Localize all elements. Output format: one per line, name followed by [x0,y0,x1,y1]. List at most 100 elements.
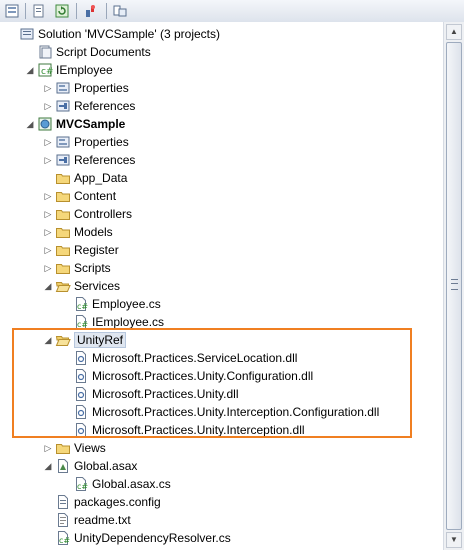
tree-node[interactable]: ◢ UnityRef [0,331,443,349]
tree-node-label: Properties [74,135,129,149]
dll-file-icon [73,422,89,438]
scroll-up-button[interactable]: ▲ [446,24,462,40]
tree-node-label: Microsoft.Practices.Unity.Configuration.… [92,369,314,383]
scroll-thumb[interactable] [446,42,462,530]
tree-node-label: Views [74,441,106,455]
tree-node-label: IEmployee.cs [92,315,165,329]
properties-folder-icon [55,80,71,96]
tree-node-label: Microsoft.Practices.Unity.Interception.d… [92,423,305,437]
refresh-icon[interactable] [54,3,70,19]
tree-node[interactable]: ▷ Register [0,241,443,259]
folder-icon [55,260,71,276]
collapsed-arrow-icon[interactable]: ▷ [43,191,53,201]
tree-node-label: Controllers [74,207,133,221]
tree-node[interactable]: ◢ Services [0,277,443,295]
tree-node-label: App_Data [74,171,128,185]
svg-text:c#: c# [59,536,70,545]
tree-node[interactable]: c# UnityDependencyResolver.cs [0,529,443,547]
collapsed-arrow-icon[interactable]: ▷ [43,209,53,219]
class-view-icon[interactable] [112,3,128,19]
tree-node-label: readme.txt [74,513,131,527]
solution-explorer-toolbar [0,0,464,23]
tree-node[interactable]: Microsoft.Practices.Unity.Interception.d… [0,421,443,439]
tree-node-label: Scripts [74,261,111,275]
tree-node-label: MVCSample [56,117,126,131]
tree-node-label: References [74,153,136,167]
expanded-arrow-icon[interactable]: ◢ [43,461,53,471]
tree-node[interactable]: App_Data [0,169,443,187]
tree-node[interactable]: ◢ c# IEmployee [0,61,443,79]
tree-node[interactable]: packages.config [0,493,443,511]
text-file-icon [55,512,71,528]
dll-file-icon [73,368,89,384]
collapsed-arrow-icon[interactable]: ▷ [43,227,53,237]
config-file-icon [55,494,71,510]
expanded-arrow-icon[interactable]: ◢ [43,335,53,345]
tree-node-label: Script Documents [56,45,151,59]
collapsed-arrow-icon[interactable]: ▷ [43,443,53,453]
tree-node[interactable]: Script Documents [0,43,443,61]
tree-node-label: References [74,99,136,113]
references-icon [55,152,71,168]
tree-node[interactable]: c# IEmployee.cs [0,313,443,331]
collapsed-arrow-icon[interactable]: ▷ [43,245,53,255]
view-code-icon[interactable] [83,3,99,19]
tree-node-label: Properties [74,81,129,95]
tree-node[interactable]: readme.txt [0,511,443,529]
collapsed-arrow-icon[interactable]: ▷ [43,263,53,273]
tree-node[interactable]: ◢ MVCSample [0,115,443,133]
svg-text:c#: c# [77,302,88,311]
tree-node[interactable]: c# Global.asax.cs [0,475,443,493]
tree-node-label: Register [74,243,119,257]
tree-node[interactable]: ▷ Scripts [0,259,443,277]
properties-icon[interactable] [31,3,47,19]
tree-node[interactable]: ▷ Properties [0,79,443,97]
solution-tree[interactable]: Solution 'MVCSample' (3 projects) Script … [0,22,443,550]
tree-node[interactable]: Microsoft.Practices.Unity.dll [0,385,443,403]
expanded-arrow-icon[interactable]: ◢ [25,119,35,129]
references-icon [55,98,71,114]
show-all-files-icon[interactable] [4,3,20,19]
dll-file-icon [73,386,89,402]
tree-node-label: Global.asax [74,459,138,473]
tree-node[interactable]: ▷ Views [0,439,443,457]
tree-node[interactable]: ◢ Global.asax [0,457,443,475]
properties-folder-icon [55,134,71,150]
tree-node-label: packages.config [74,495,161,509]
tree-node-label: Solution 'MVCSample' (3 projects) [38,27,220,41]
collapsed-arrow-icon[interactable]: ▷ [43,101,53,111]
tree-node-label: Employee.cs [92,297,161,311]
script-documents-icon [37,44,53,60]
tree-node[interactable]: ▷ Controllers [0,205,443,223]
tree-node[interactable]: Solution 'MVCSample' (3 projects) [0,25,443,43]
collapsed-arrow-icon[interactable]: ▷ [43,155,53,165]
folder-icon [55,440,71,456]
solution-icon [19,26,35,42]
tree-node[interactable]: Microsoft.Practices.Unity.Configuration.… [0,367,443,385]
cs-file-icon: c# [55,530,71,546]
vertical-scrollbar[interactable]: ▲ ▼ [443,22,464,550]
project-icon: c# [37,62,53,78]
tree-node-label: Microsoft.Practices.ServiceLocation.dll [92,351,298,365]
cs-file-icon: c# [73,314,89,330]
folder-icon [55,170,71,186]
tree-node[interactable]: ▷ References [0,151,443,169]
tree-node[interactable]: ▷ Properties [0,133,443,151]
tree-node[interactable]: ▷ References [0,97,443,115]
tree-node[interactable]: c# Employee.cs [0,295,443,313]
tree-node[interactable]: Microsoft.Practices.Unity.Interception.C… [0,403,443,421]
expanded-arrow-icon[interactable]: ◢ [25,65,35,75]
collapsed-arrow-icon[interactable]: ▷ [43,137,53,147]
tree-node[interactable]: Microsoft.Practices.ServiceLocation.dll [0,349,443,367]
svg-text:c#: c# [77,482,88,491]
tree-node[interactable]: ▷ Content [0,187,443,205]
tree-node-label: UnityRef [74,332,127,348]
folder-open-icon [55,278,71,294]
folder-icon [55,206,71,222]
expanded-arrow-icon[interactable]: ◢ [43,281,53,291]
folder-icon [55,242,71,258]
collapsed-arrow-icon[interactable]: ▷ [43,83,53,93]
tree-node-label: Models [74,225,113,239]
tree-node[interactable]: ▷ Models [0,223,443,241]
scroll-down-button[interactable]: ▼ [446,532,462,548]
